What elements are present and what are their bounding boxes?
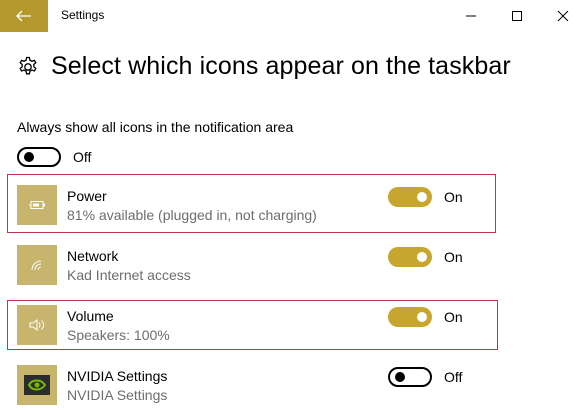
network-toggle[interactable] — [388, 247, 432, 267]
toggle-knob — [417, 252, 427, 262]
nvidia-toggle[interactable] — [388, 367, 432, 387]
maximize-icon — [512, 11, 522, 21]
page-header: Select which icons appear on the taskbar — [16, 52, 511, 81]
nvidia-state: Off — [444, 369, 463, 385]
wifi-icon — [31, 260, 42, 271]
item-name: Network — [67, 248, 119, 264]
network-icon-tile — [17, 245, 57, 285]
highlight-frame — [7, 174, 496, 233]
title-bar: Settings — [0, 0, 586, 32]
window-title: Settings — [61, 8, 105, 22]
toggle-knob — [24, 152, 34, 162]
item-subtitle: Kad Internet access — [67, 267, 191, 283]
highlight-frame — [7, 300, 498, 350]
close-icon — [557, 10, 569, 22]
always-show-label: Always show all icons in the notificatio… — [17, 119, 294, 135]
back-arrow-icon — [16, 10, 31, 22]
minimize-icon — [466, 15, 476, 17]
maximize-button[interactable] — [494, 0, 540, 32]
toggle-knob — [395, 372, 405, 382]
list-item-nvidia: NVIDIA Settings NVIDIA Settings Off — [0, 354, 586, 410]
item-subtitle: NVIDIA Settings — [67, 387, 168, 403]
item-name: NVIDIA Settings — [67, 368, 168, 384]
back-button[interactable] — [0, 0, 48, 32]
nvidia-icon — [24, 375, 50, 395]
page-title: Select which icons appear on the taskbar — [51, 52, 511, 80]
close-button[interactable] — [540, 0, 586, 32]
network-state: On — [444, 249, 463, 265]
nvidia-icon-tile — [17, 365, 57, 405]
always-show-toggle[interactable] — [17, 147, 61, 167]
always-show-state: Off — [73, 149, 92, 165]
minimize-button[interactable] — [448, 0, 494, 32]
gear-icon — [19, 56, 37, 74]
list-item-network: Network Kad Internet access On — [0, 234, 586, 294]
